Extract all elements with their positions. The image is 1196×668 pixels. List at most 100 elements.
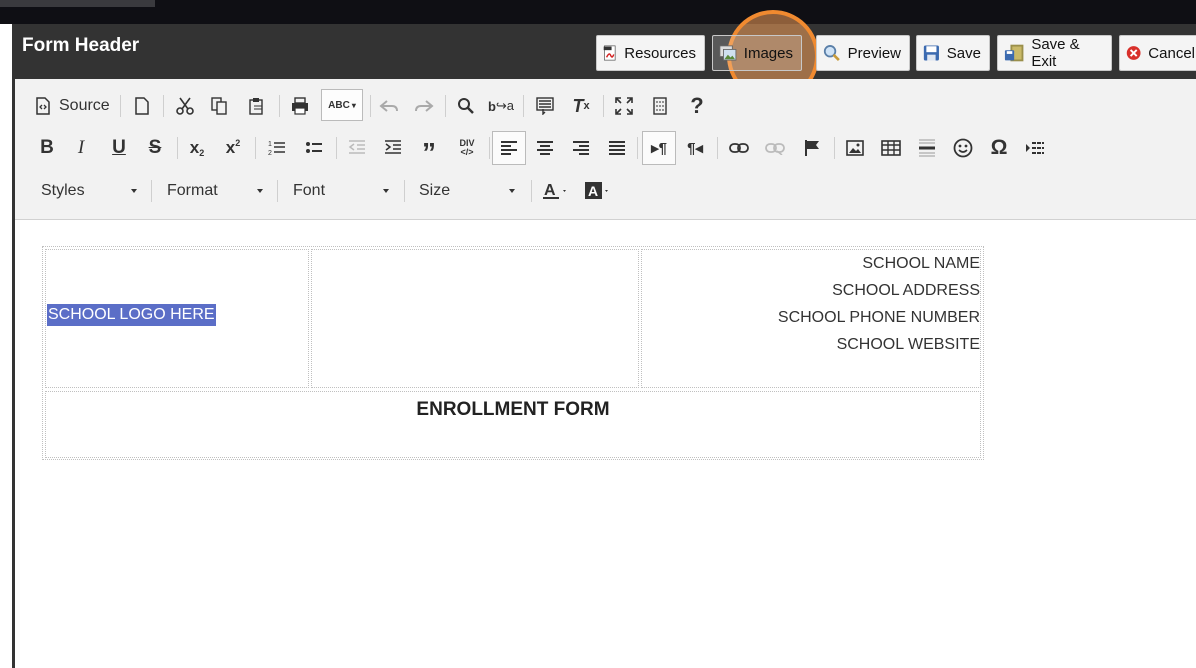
align-center-icon[interactable]: [531, 133, 559, 163]
school-name-text[interactable]: SCHOOL NAME: [862, 255, 980, 273]
dialog-title: Form Header: [22, 35, 140, 56]
separator: [445, 95, 446, 117]
magnifier-icon: [823, 45, 840, 61]
svg-text:A: A: [544, 182, 556, 199]
outdent-icon[interactable]: [343, 133, 371, 163]
preview-button[interactable]: Preview: [816, 35, 910, 71]
images-icon: [719, 45, 737, 61]
chevron-down-icon: [383, 189, 389, 193]
cut-icon[interactable]: [171, 91, 199, 121]
styles-dropdown[interactable]: Styles: [41, 177, 137, 205]
save-exit-label: Save & Exit: [1031, 36, 1080, 70]
cancel-icon: [1126, 46, 1141, 60]
indent-icon[interactable]: [379, 133, 407, 163]
dialog-header: Form Header Resources Images Preview Sav…: [15, 10, 1196, 102]
separator: [523, 95, 524, 117]
source-label: Source: [59, 97, 110, 114]
align-left-icon[interactable]: [492, 131, 526, 165]
bold-icon[interactable]: B: [33, 133, 61, 163]
save-button[interactable]: Save: [916, 35, 990, 71]
chevron-down-icon: [131, 189, 137, 193]
chevron-down-icon: [509, 189, 515, 193]
cancel-button[interactable]: Cancel: [1119, 35, 1196, 71]
help-icon[interactable]: ?: [683, 91, 711, 121]
background-tab: [0, 0, 155, 7]
spellcheck-button[interactable]: ABC ▾: [321, 89, 363, 121]
underline-icon[interactable]: U: [105, 133, 133, 163]
format-label: Format: [167, 182, 218, 199]
font-dropdown[interactable]: Font: [293, 177, 389, 205]
print-icon[interactable]: [286, 91, 314, 121]
editor-toolbar: Source ABC ▾ b ↪a Tx ? B I U S x2 x2 1 2…: [15, 79, 1196, 220]
rtl-direction-icon[interactable]: ¶◂: [681, 133, 709, 163]
resources-button[interactable]: Resources: [596, 35, 705, 71]
resources-label: Resources: [624, 44, 696, 62]
separator: [637, 137, 638, 159]
separator: [834, 137, 835, 159]
spellcheck-label: ABC: [328, 99, 350, 111]
text-color-icon[interactable]: A: [539, 176, 573, 206]
image-icon[interactable]: [841, 133, 869, 163]
page-break-icon[interactable]: [1021, 133, 1049, 163]
superscript-icon[interactable]: x2: [219, 133, 247, 163]
separator: [177, 137, 178, 159]
images-label: Images: [743, 44, 793, 62]
separator: [603, 95, 604, 117]
blockquote-icon[interactable]: ”: [415, 133, 443, 168]
italic-icon[interactable]: I: [67, 133, 95, 163]
styles-label: Styles: [41, 182, 85, 199]
chevron-down-icon: ▾: [351, 100, 356, 110]
anchor-flag-icon[interactable]: [798, 133, 826, 163]
source-icon: [36, 97, 50, 115]
school-address-text[interactable]: SCHOOL ADDRESS: [832, 282, 980, 300]
form-header-dialog: Form Header Resources Images Preview Sav…: [12, 10, 1196, 668]
editor-content-area[interactable]: SCHOOL LOGO HERE SCHOOL NAME SCHOOL ADDR…: [15, 220, 1196, 668]
images-button[interactable]: Images: [712, 35, 802, 71]
background-color-icon[interactable]: A: [581, 176, 615, 206]
subscript-icon[interactable]: x2: [183, 133, 211, 163]
remove-format-icon[interactable]: Tx: [567, 91, 595, 121]
paste-icon[interactable]: [243, 91, 271, 121]
size-label: Size: [419, 182, 451, 199]
form-title-text[interactable]: ENROLLMENT FORM: [45, 399, 981, 421]
middle-cell[interactable]: [311, 249, 639, 388]
numbered-list-icon[interactable]: 12: [263, 133, 291, 163]
pdf-icon: [603, 45, 616, 61]
new-page-icon[interactable]: [128, 91, 156, 121]
table-icon[interactable]: [877, 133, 905, 163]
separator: [151, 180, 152, 202]
size-dropdown[interactable]: Size: [419, 177, 515, 205]
unlink-icon[interactable]: [761, 133, 789, 163]
separator: [531, 180, 532, 202]
school-website-text[interactable]: SCHOOL WEBSITE: [837, 336, 980, 354]
school-phone-text[interactable]: SCHOOL PHONE NUMBER: [778, 309, 980, 327]
find-icon[interactable]: [452, 91, 480, 121]
div-container-icon[interactable]: DIV </>: [453, 133, 481, 163]
maximize-icon[interactable]: [610, 91, 638, 121]
save-exit-button[interactable]: Save & Exit: [997, 35, 1112, 71]
cancel-label: Cancel: [1148, 44, 1195, 62]
smiley-icon[interactable]: [949, 133, 977, 163]
logo-placeholder-text[interactable]: SCHOOL LOGO HERE: [47, 304, 216, 326]
justify-icon[interactable]: [603, 133, 631, 163]
strikethrough-icon[interactable]: S: [141, 133, 169, 163]
bullet-list-icon[interactable]: [300, 133, 328, 163]
horizontal-rule-icon[interactable]: [913, 133, 941, 163]
select-all-icon[interactable]: [531, 91, 559, 121]
special-char-omega-icon[interactable]: Ω: [985, 133, 1013, 163]
redo-icon[interactable]: [410, 91, 438, 121]
undo-icon[interactable]: [375, 91, 403, 121]
ltr-direction-icon[interactable]: ▸¶: [642, 131, 676, 165]
separator: [404, 180, 405, 202]
align-right-icon[interactable]: [567, 133, 595, 163]
source-button[interactable]: Source: [35, 91, 113, 121]
format-dropdown[interactable]: Format: [167, 177, 263, 205]
replace-icon[interactable]: b ↪a: [487, 91, 515, 121]
show-blocks-icon[interactable]: [646, 91, 674, 121]
copy-icon[interactable]: [205, 91, 233, 121]
link-icon[interactable]: [725, 133, 753, 163]
separator: [163, 95, 164, 117]
top-window-strip: [0, 0, 1196, 24]
svg-text:2: 2: [268, 150, 272, 157]
floppy-disk-icon: [923, 45, 939, 61]
